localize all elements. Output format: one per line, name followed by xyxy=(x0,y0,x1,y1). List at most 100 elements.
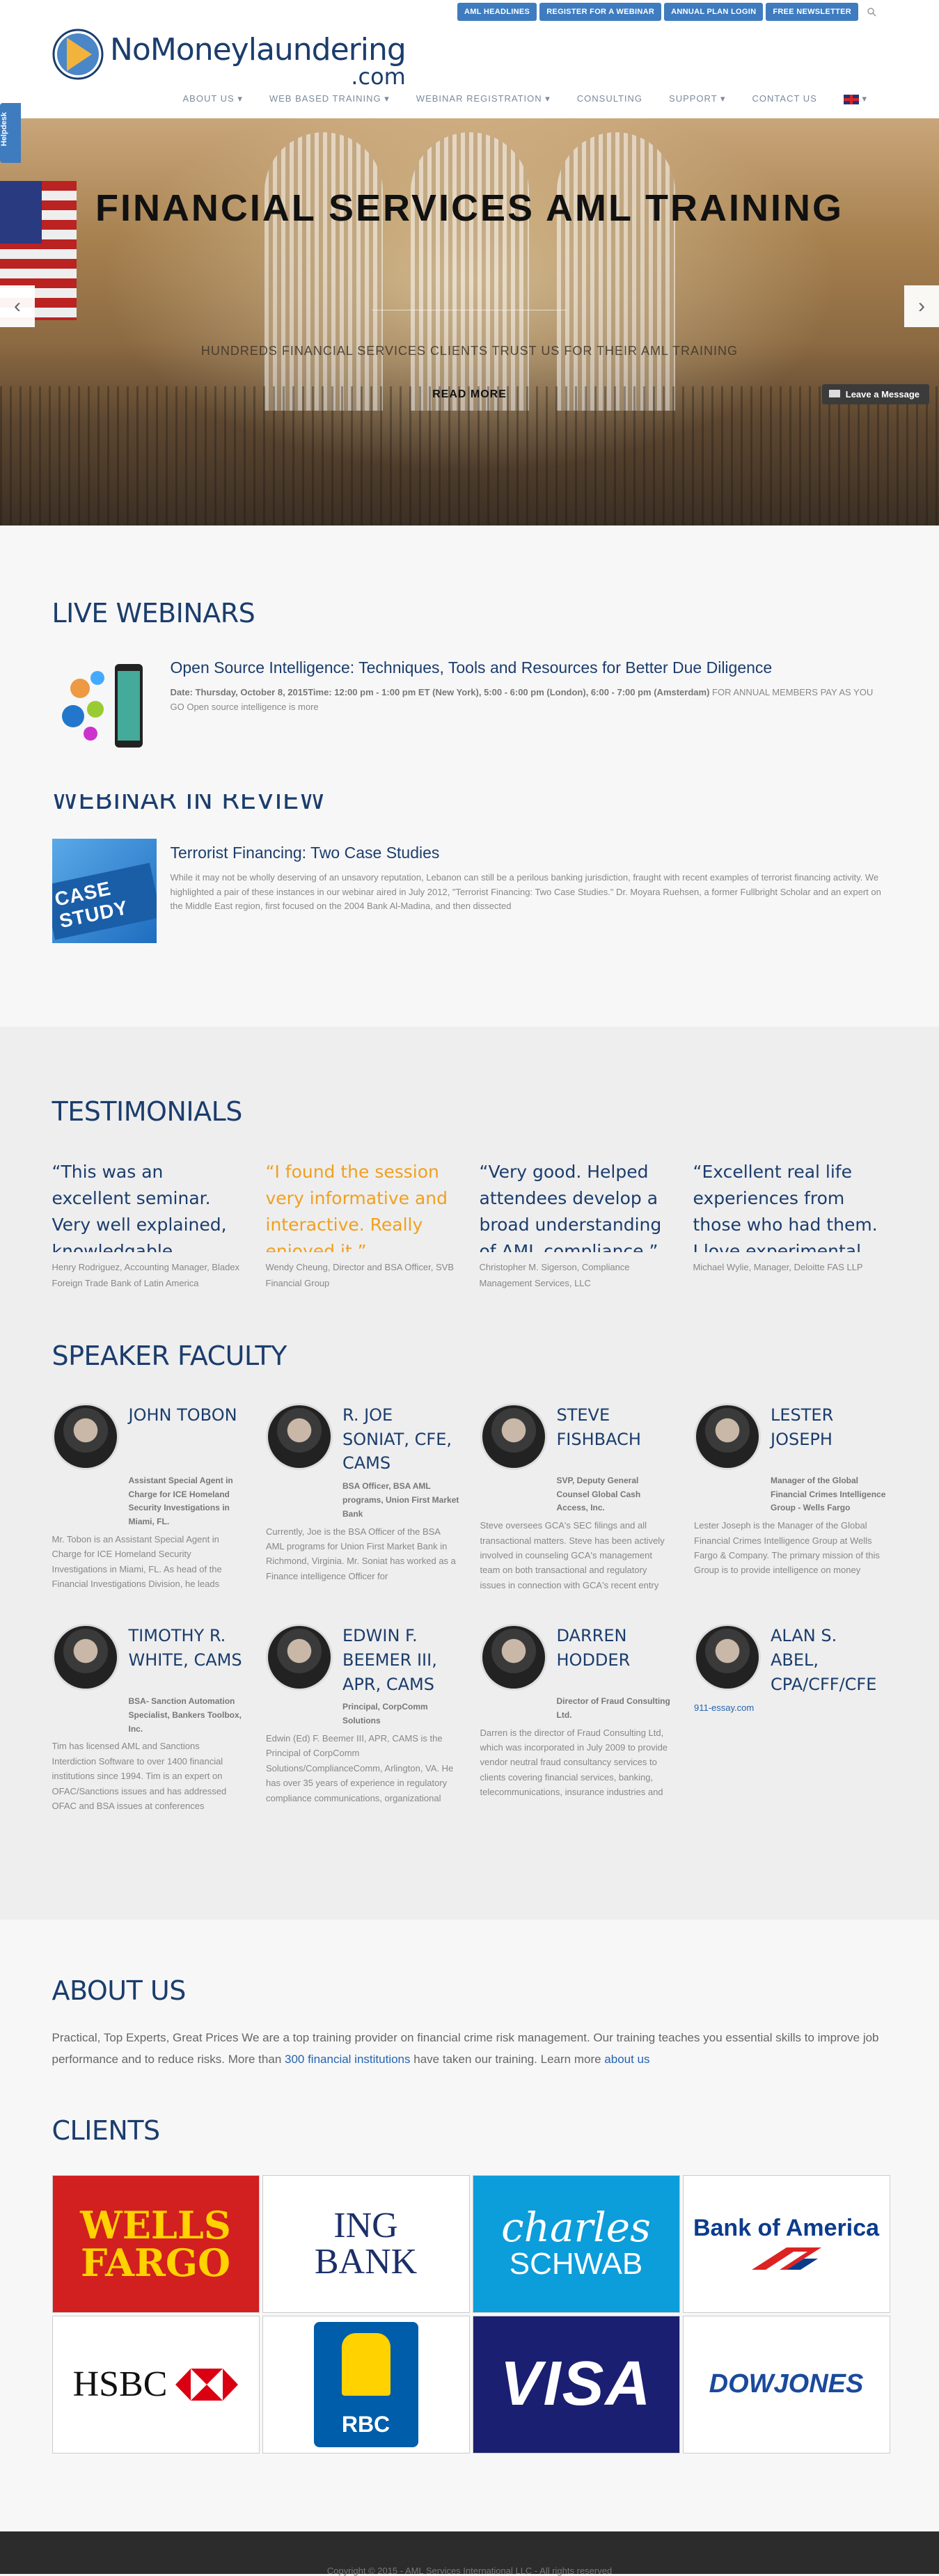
register-webinar-button[interactable]: REGISTER FOR A WEBINAR xyxy=(539,3,662,21)
testimonial-author: Henry Rodriguez, Accounting Manager, Bla… xyxy=(52,1262,240,1289)
live-webinars-section: LIVE WEBINARS Open Source Intelligence: … xyxy=(0,526,939,1027)
avatar xyxy=(480,1402,547,1470)
speaker-name[interactable]: DARREN HODDER xyxy=(557,1624,674,1691)
testimonial-quote: “I found the session very informative an… xyxy=(265,1162,448,1252)
avatar xyxy=(52,1623,119,1691)
aml-headlines-button[interactable]: AML HEADLINES xyxy=(457,3,537,21)
speaker-faculty-title: SPEAKER FACULTY xyxy=(52,1340,287,1371)
avatar xyxy=(266,1402,333,1470)
nav-webinar-registration[interactable]: WEBINAR REGISTRATION ▾ xyxy=(403,93,564,104)
live-webinars-title: LIVE WEBINARS xyxy=(52,598,255,629)
about-us-text: Practical, Top Experts, Great Prices We … xyxy=(52,2031,879,2067)
speaker-card: ALAN S. ABEL, CPA/CFF/CFE 911-essay.com xyxy=(694,1623,887,1811)
smartphone-apps-icon xyxy=(61,664,143,748)
nav-about-us[interactable]: ABOUT US ▾ xyxy=(170,93,256,104)
uk-flag-icon xyxy=(843,94,859,104)
search-icon[interactable] xyxy=(867,7,876,17)
speaker-name[interactable]: ALAN S. ABEL, CPA/CFF/CFE xyxy=(771,1624,887,1696)
testimonial-quote: “Excellent real life experiences from th… xyxy=(693,1162,878,1252)
hero-subtitle: HUNDREDS FINANCIAL SERVICES CLIENTS TRUS… xyxy=(200,344,739,358)
speaker-role: BSA- Sanction Automation Specialist, Ban… xyxy=(128,1696,242,1734)
avatar xyxy=(266,1623,333,1691)
main-nav: ABOUT US ▾ WEB BASED TRAINING ▾ WEBINAR … xyxy=(170,93,881,104)
hsbc-logo: HSBC xyxy=(52,2315,260,2453)
speaker-card: TIMOTHY R. WHITE, CAMS BSA- Sanction Aut… xyxy=(52,1623,246,1812)
testimonial: “I found the session very informative an… xyxy=(266,1159,460,1292)
about-section: ABOUT US Practical, Top Experts, Great P… xyxy=(0,1920,939,2546)
free-newsletter-button[interactable]: FREE NEWSLETTER xyxy=(766,3,858,21)
dow-jones-logo: DOWJONES xyxy=(682,2315,890,2453)
bofa-flag-icon xyxy=(751,2247,821,2270)
copyright-text: Copyright © 2015 - AML Services Internat… xyxy=(326,2566,613,2576)
avatar xyxy=(694,1623,761,1691)
site-logo[interactable]: NoMoneylaundering .com xyxy=(52,28,407,90)
speaker-card: EDWIN F. BEEMER III, APR, CAMS Principal… xyxy=(266,1623,459,1811)
header: NoMoneylaundering .com ABOUT US ▾ WEB BA… xyxy=(0,25,939,118)
testimonials-title: TESTIMONIALS xyxy=(52,1096,243,1127)
chevron-left-icon: ‹ xyxy=(14,294,21,317)
speaker-role: BSA Officer, BSA AML programs, Union Fir… xyxy=(342,1481,459,1519)
speaker-role: Principal, CorpComm Solutions xyxy=(342,1702,428,1726)
speaker-name[interactable]: LESTER JOSEPH xyxy=(771,1403,887,1470)
testimonial-author: Wendy Cheung, Director and BSA Officer, … xyxy=(265,1262,455,1289)
webinar-in-review-title: WEBINAR IN REVIEW xyxy=(52,794,326,812)
review-thumbnail[interactable]: CASE STUDY xyxy=(52,839,157,943)
logo-title: NoMoneylaundering xyxy=(110,32,407,68)
footer: Copyright © 2015 - AML Services Internat… xyxy=(0,2531,939,2576)
speaker-bio: Lester Joseph is the Manager of the Glob… xyxy=(694,1520,880,1576)
avatar xyxy=(694,1402,761,1470)
testimonial-author: Michael Wylie, Manager, Deloitte FAS LLP xyxy=(693,1262,863,1272)
avatar xyxy=(52,1402,119,1470)
logo-icon xyxy=(52,29,104,80)
testimonials-section: TESTIMONIALS “This was an excellent semi… xyxy=(0,1027,939,1920)
testimonial-author: Christopher M. Sigerson, Compliance Mana… xyxy=(479,1262,630,1289)
language-selector[interactable]: ▾ xyxy=(830,93,881,104)
read-more-link[interactable]: READ MORE xyxy=(0,388,939,401)
speaker-role: SVP, Deputy General Counsel Global Cash … xyxy=(556,1475,641,1513)
slider-next-button[interactable]: › xyxy=(904,285,939,327)
speaker-bio: Steve oversees GCA's SEC filings and all… xyxy=(480,1520,665,1590)
logo-subtitle: .com xyxy=(351,63,406,90)
slider-prev-button[interactable]: ‹ xyxy=(0,285,35,327)
envelope-icon xyxy=(828,390,840,397)
speaker-name[interactable]: STEVE FISHBACH xyxy=(557,1403,674,1470)
webinar-title-link[interactable]: Open Source Intelligence: Techniques, To… xyxy=(171,658,887,679)
speaker-role: Manager of the Global Financial Crimes I… xyxy=(771,1475,886,1513)
hsbc-hexagon-icon xyxy=(175,2368,239,2401)
rbc-logo: RBC xyxy=(262,2315,470,2453)
testimonial: “This was an excellent seminar. Very wel… xyxy=(52,1159,246,1292)
charles-schwab-logo: charles SCHWAB xyxy=(472,2174,680,2313)
helpdesk-tab[interactable]: Helpdesk xyxy=(0,103,21,163)
speaker-card: LESTER JOSEPH Manager of the Global Fina… xyxy=(694,1402,887,1604)
speaker-bio: Darren is the director of Fraud Consulti… xyxy=(480,1727,668,1798)
nav-contact-us[interactable]: CONTACT US xyxy=(739,93,830,104)
case-study-label: CASE STUDY xyxy=(52,862,157,940)
speaker-bio: Mr. Tobon is an Assistant Special Agent … xyxy=(52,1533,222,1590)
speaker-name[interactable]: TIMOTHY R. WHITE, CAMS xyxy=(129,1624,246,1691)
wells-fargo-logo: WELLS FARGO xyxy=(52,2174,260,2313)
bank-of-america-logo: Bank of America xyxy=(682,2174,890,2313)
review-item: CASE STUDY Terrorist Financing: Two Case… xyxy=(52,839,887,943)
nav-support[interactable]: SUPPORT ▾ xyxy=(656,93,739,104)
speaker-name[interactable]: JOHN TOBON xyxy=(129,1403,237,1470)
speaker-card: DARREN HODDER Director of Fraud Consulti… xyxy=(480,1623,674,1811)
annual-plan-login-button[interactable]: ANNUAL PLAN LOGIN xyxy=(664,3,764,21)
speaker-card: R. JOE SONIAT, CFE, CAMS BSA Officer, BS… xyxy=(266,1402,459,1604)
speaker-name[interactable]: R. JOE SONIAT, CFE, CAMS xyxy=(342,1403,459,1476)
speaker-name[interactable]: EDWIN F. BEEMER III, APR, CAMS xyxy=(342,1624,459,1696)
webinar-thumbnail[interactable] xyxy=(52,654,157,758)
leave-message-button[interactable]: Leave a Message xyxy=(821,384,929,404)
clients-title: CLIENTS xyxy=(52,2115,161,2146)
speaker-bio[interactable]: 911-essay.com xyxy=(694,1700,887,1773)
institutions-link[interactable]: 300 financial institutions xyxy=(285,2053,411,2066)
speaker-bio: Edwin (Ed) F. Beemer III, APR, CAMS is t… xyxy=(266,1732,454,1803)
avatar xyxy=(480,1623,547,1691)
about-us-link[interactable]: about us xyxy=(604,2053,649,2066)
nav-consulting[interactable]: CONSULTING xyxy=(564,93,656,104)
nav-web-based-training[interactable]: WEB BASED TRAINING ▾ xyxy=(256,93,403,104)
speaker-bio: Tim has licensed AML and Sanctions Inter… xyxy=(52,1741,227,1812)
testimonial-quote: “Very good. Helped attendees develop a b… xyxy=(479,1162,662,1252)
about-us-title: ABOUT US xyxy=(52,1975,187,2006)
testimonial: “Excellent real life experiences from th… xyxy=(693,1159,887,1292)
review-title-link[interactable]: Terrorist Financing: Two Case Studies xyxy=(171,843,887,864)
